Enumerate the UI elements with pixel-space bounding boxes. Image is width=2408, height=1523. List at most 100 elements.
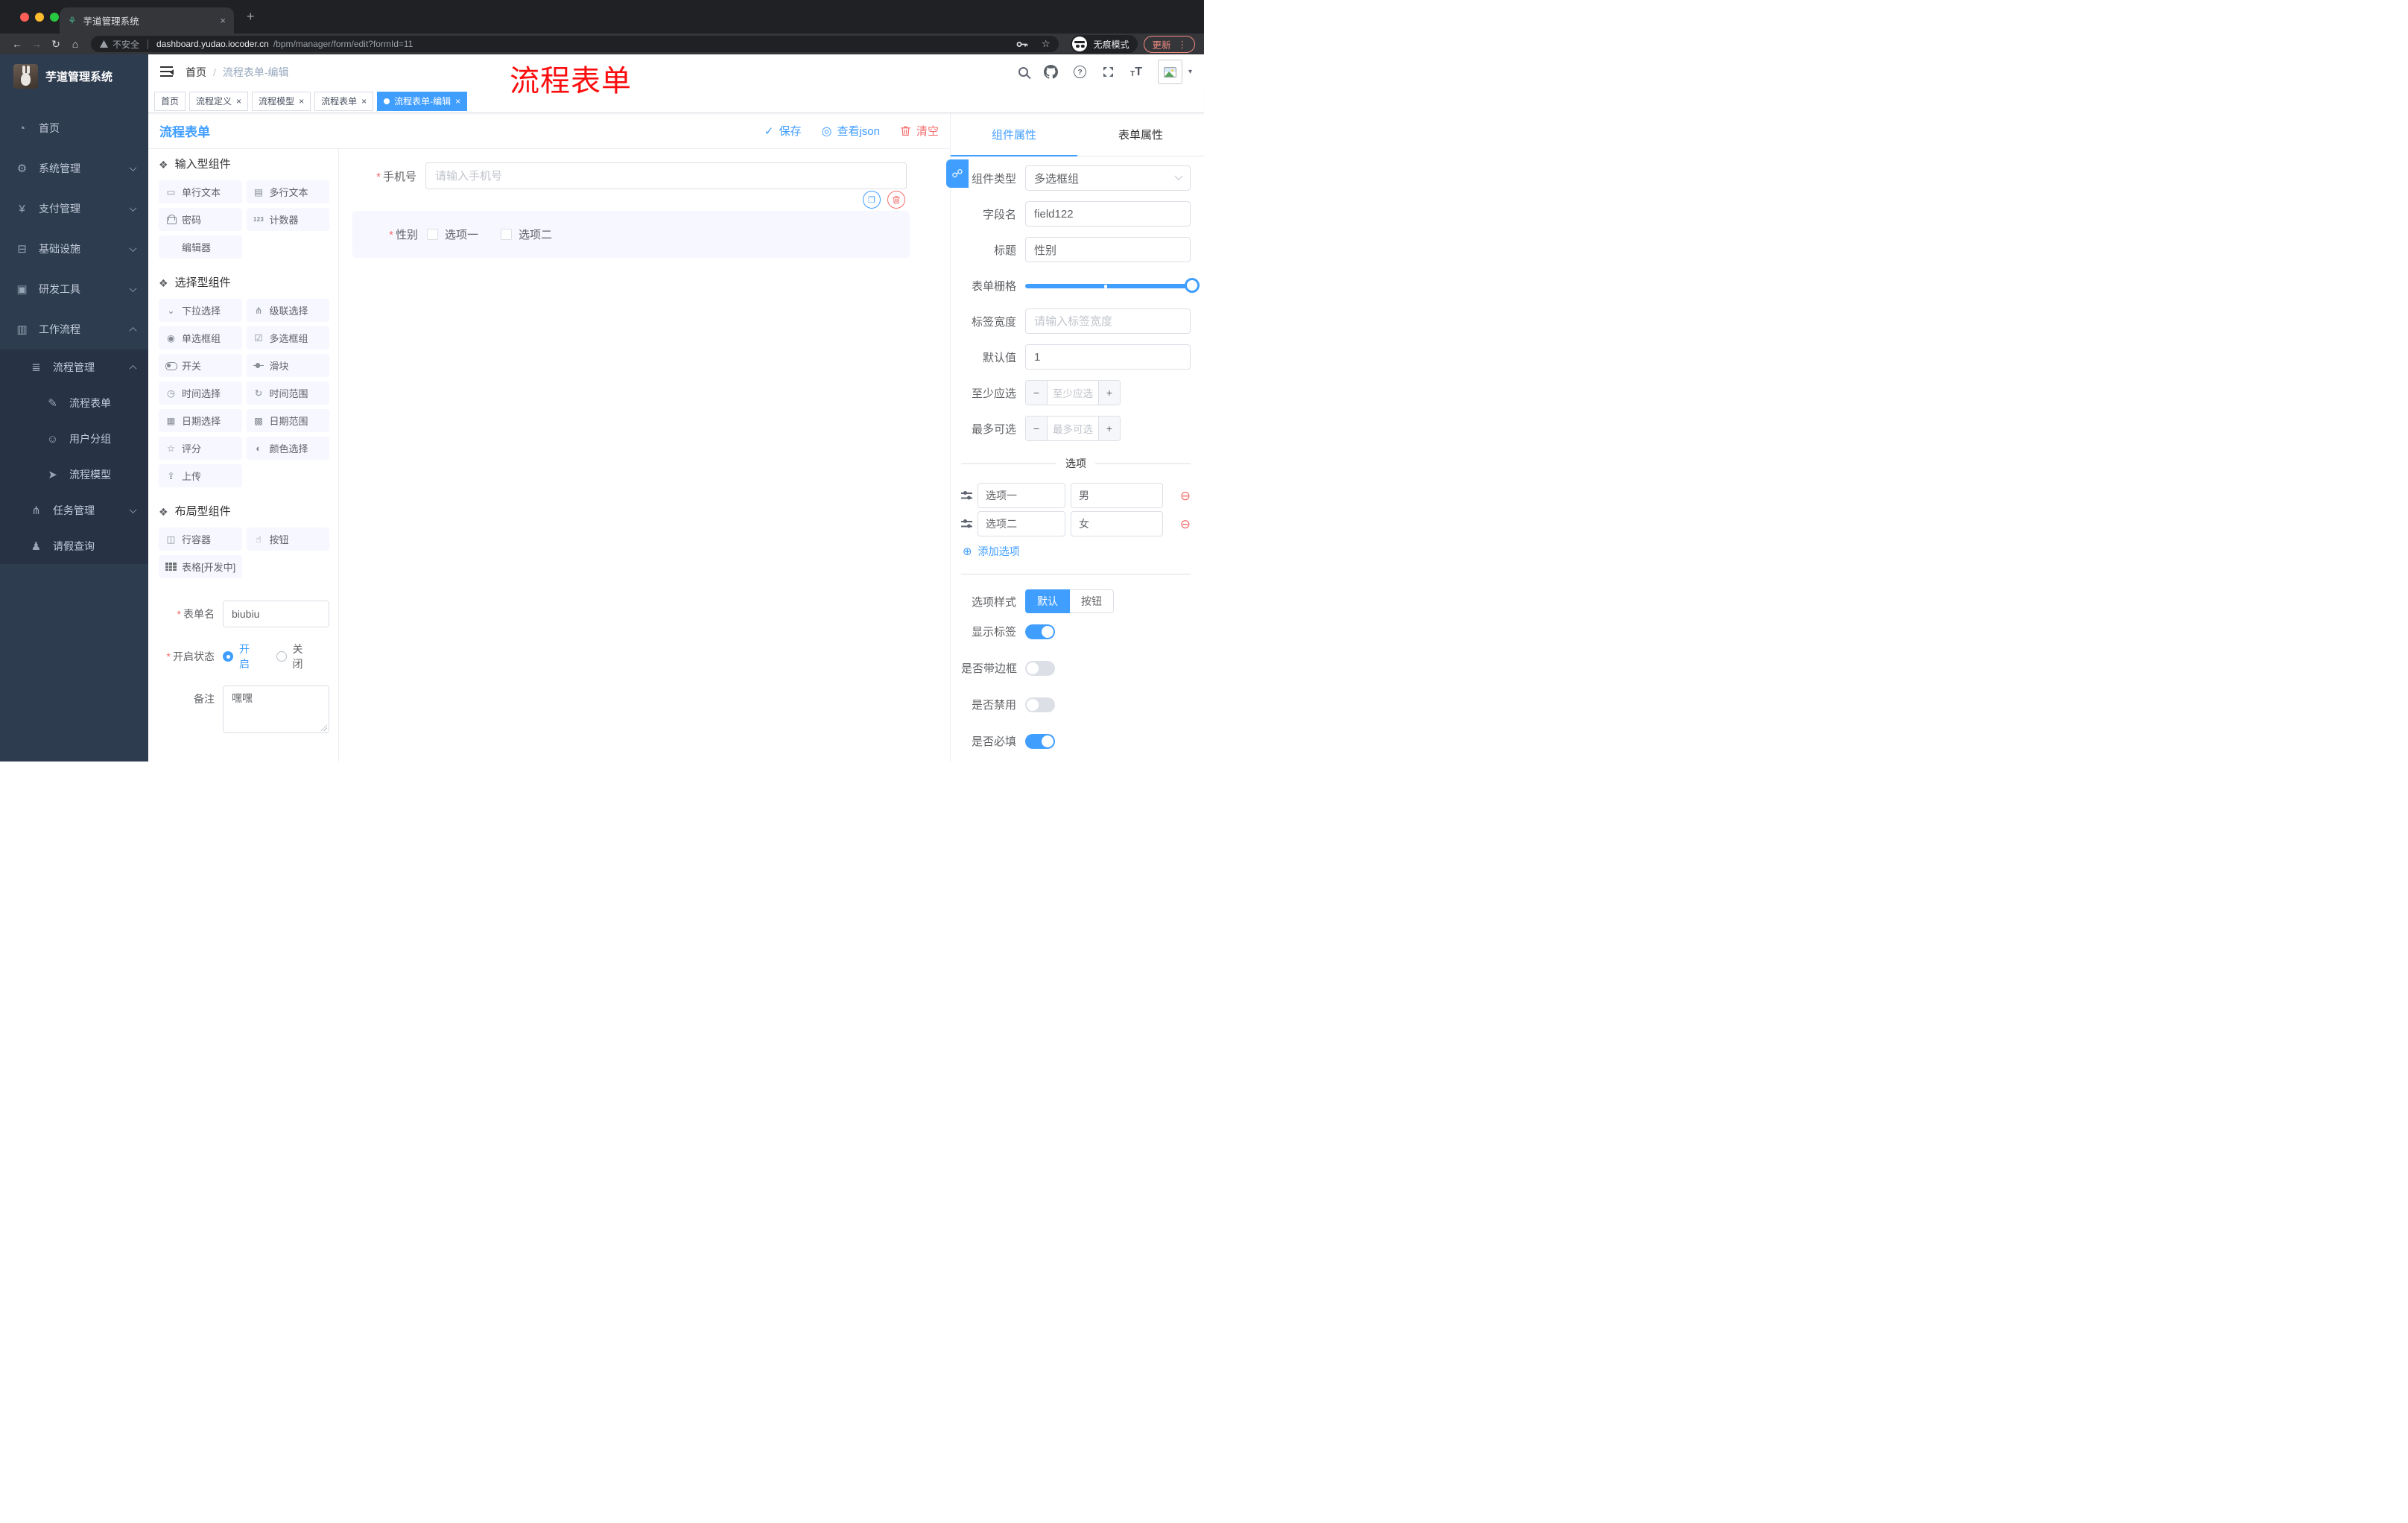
address-bar[interactable]: 不安全 dashboard.yudao.iocoder.cn /bpm/mana… [91, 36, 1059, 52]
form-name-input[interactable] [223, 601, 329, 627]
tab-form-props[interactable]: 表单属性 [1077, 113, 1204, 156]
drag-handle-icon[interactable] [961, 491, 972, 501]
sidebar-item[interactable]: ≣ 流程管理 [0, 349, 148, 385]
palette-item[interactable]: ▦ 日期选择 [159, 409, 242, 432]
option-value-input[interactable] [1071, 511, 1163, 536]
option-label-input[interactable] [978, 483, 1065, 508]
sidebar-item[interactable]: ➤ 流程模型 [0, 457, 148, 493]
sidebar-item[interactable]: ◔ 首页 [0, 108, 148, 148]
max-select-placeholder[interactable]: 最多可选 [1048, 417, 1098, 440]
sidebar-item[interactable]: ▥ 工作流程 [0, 309, 148, 349]
remove-option-button[interactable]: ⊖ [1180, 490, 1191, 502]
palette-item[interactable]: ▭ 单行文本 [159, 180, 242, 203]
delete-component-button[interactable] [887, 191, 905, 209]
breadcrumb-home[interactable]: 首页 [186, 65, 206, 80]
remove-option-button[interactable]: ⊖ [1180, 518, 1191, 531]
palette-item[interactable]: ↻ 时间范围 [246, 381, 329, 405]
tab-close-icon[interactable]: × [220, 15, 226, 26]
sidebar-item[interactable]: ¥ 支付管理 [0, 189, 148, 229]
home-icon[interactable]: ⌂ [66, 38, 85, 50]
sidebar-logo[interactable]: 芋道管理系统 [0, 54, 148, 98]
palette-item[interactable]: ◷ 时间选择 [159, 381, 242, 405]
checkbox-box-icon[interactable] [501, 229, 513, 240]
view-json-button[interactable]: ◎ 查看json [821, 123, 880, 139]
sidebar-item[interactable]: ✎ 流程表单 [0, 385, 148, 421]
palette-item[interactable]: ▤ 多行文本 [246, 180, 329, 203]
checkbox-option[interactable]: 选项二 [501, 227, 552, 242]
checkbox-box-icon[interactable] [427, 229, 438, 240]
browser-menu-dots-icon[interactable]: ⋮ [1178, 39, 1188, 50]
sidebar-item[interactable]: ☺ 用户分组 [0, 421, 148, 457]
toggle-switch[interactable] [1025, 660, 1055, 676]
sidebar-item[interactable]: ▣ 研发工具 [0, 269, 148, 309]
search-icon[interactable] [1018, 67, 1029, 77]
grid-slider[interactable] [1025, 273, 1200, 298]
clear-button[interactable]: 清空 [900, 123, 939, 139]
palette-item[interactable]: ☆ 评分 [159, 437, 242, 460]
palette-item[interactable]: 表格[开发中] [159, 555, 242, 578]
close-window-button[interactable] [20, 13, 29, 22]
resize-grip-icon[interactable] [320, 724, 327, 731]
stepper-decrease-button[interactable]: − [1026, 417, 1048, 440]
palette-item[interactable]: 滑块 [246, 354, 329, 377]
back-icon[interactable]: ← [7, 38, 27, 50]
palette-item[interactable]: ◫ 行容器 [159, 528, 242, 551]
sidebar-item[interactable]: ⚙ 系统管理 [0, 148, 148, 189]
toggle-switch[interactable] [1025, 697, 1055, 712]
field-name-input[interactable] [1025, 201, 1191, 227]
password-key-icon[interactable] [1016, 41, 1028, 48]
security-label[interactable]: 不安全 [113, 38, 139, 51]
palette-item[interactable]: ☝ 按钮 [246, 528, 329, 551]
new-tab-button[interactable]: + [247, 10, 255, 23]
reload-icon[interactable]: ↻ [46, 38, 66, 51]
drag-handle-icon[interactable] [961, 519, 972, 529]
title-input[interactable] [1025, 237, 1191, 262]
checkbox-option[interactable]: 选项一 [427, 227, 478, 242]
minimize-window-button[interactable] [35, 13, 44, 22]
tag-item[interactable]: 流程模型 × [252, 91, 311, 111]
default-value-input[interactable] [1025, 344, 1191, 370]
radio-closed[interactable]: 关闭 [276, 642, 311, 671]
sidebar-item[interactable]: ⊟ 基础设施 [0, 229, 148, 269]
stepper-decrease-button[interactable]: − [1026, 381, 1048, 405]
palette-item[interactable]: ☑ 多选框组 [246, 326, 329, 349]
add-option-button[interactable]: ⊕ 添加选项 [963, 544, 1191, 559]
font-size-icon[interactable]: TT [1130, 66, 1142, 78]
tag-item[interactable]: 流程定义 × [189, 91, 249, 111]
stepper-increase-button[interactable]: + [1098, 417, 1120, 440]
tag-close-icon[interactable]: × [299, 96, 304, 107]
avatar-caret-icon[interactable]: ▾ [1188, 68, 1192, 76]
link-chip-button[interactable]: ☍ [946, 159, 969, 188]
tag-close-icon[interactable]: × [236, 96, 241, 107]
selected-component[interactable]: ❐ * 性别 选项一 选项二 [352, 191, 910, 258]
min-select-placeholder[interactable]: 至少应选 [1048, 381, 1098, 405]
fullscreen-icon[interactable] [1102, 66, 1115, 78]
label-width-input[interactable] [1025, 308, 1191, 334]
palette-item[interactable]: ▩ 日期范围 [246, 409, 329, 432]
tag-item[interactable]: 流程表单 × [314, 91, 374, 111]
bookmark-star-icon[interactable]: ☆ [1042, 38, 1051, 50]
tag-close-icon[interactable]: × [455, 96, 460, 107]
forward-icon[interactable]: → [27, 38, 46, 50]
palette-item[interactable]: ◉ 单选框组 [159, 326, 242, 349]
update-button[interactable]: 更新 ⋮ [1144, 35, 1195, 53]
tag-close-icon[interactable]: × [361, 96, 367, 107]
palette-item[interactable]: 123 计数器 [246, 208, 329, 231]
palette-item[interactable]: ⇪ 上传 [159, 464, 242, 487]
palette-item[interactable]: 开关 [159, 354, 242, 377]
stepper-increase-button[interactable]: + [1098, 381, 1120, 405]
option-label-input[interactable] [978, 511, 1065, 536]
style-option-button[interactable]: 默认 [1025, 589, 1070, 613]
tag-item[interactable]: 首页 [154, 91, 186, 111]
tab-component-props[interactable]: 组件属性 [951, 113, 1077, 156]
sidebar-collapse-icon[interactable] [160, 66, 174, 77]
palette-item[interactable]: 编辑器 [159, 235, 242, 259]
palette-item[interactable]: ◐ 颜色选择 [246, 437, 329, 460]
zoom-window-button[interactable] [50, 13, 59, 22]
remark-textarea[interactable]: 嘿嘿 [223, 685, 329, 733]
palette-item[interactable]: ⋔ 级联选择 [246, 299, 329, 322]
palette-item[interactable]: 密码 [159, 208, 242, 231]
phone-input[interactable] [425, 162, 907, 189]
browser-tab[interactable]: ⚘ 芋道管理系统 × [60, 7, 234, 34]
toggle-switch[interactable] [1025, 733, 1055, 749]
